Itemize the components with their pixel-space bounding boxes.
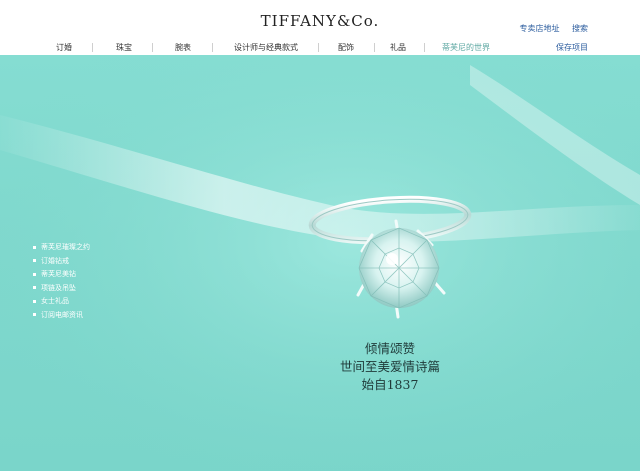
bullet-icon [33, 299, 36, 303]
save-items-link[interactable]: 保存项目 [556, 42, 588, 53]
hero-tagline: 倾情颂赞 世间至美爱情诗篇 始自1837 [320, 340, 460, 394]
side-item-label: 女士礼品 [41, 297, 69, 305]
side-menu: 蒂芙尼璀璨之约 订婚钻戒 蒂芙尼美钻 项链及吊坠 女士礼品 订阅电邮资讯 [33, 241, 90, 322]
side-item-email-subscribe[interactable]: 订阅电邮资讯 [33, 309, 90, 323]
tagline-line-2: 世间至美爱情诗篇 [339, 359, 440, 374]
nav-item-world-of-tiffany[interactable]: 蒂芙尼的世界 [442, 42, 490, 53]
page: TIFFANY&Co. 专卖店地址 搜索 订婚 珠宝 腕表 设计师与经典款式 配… [0, 0, 640, 471]
nav-item-engagement[interactable]: 订婚 [56, 42, 72, 53]
side-item-tiffany-diamonds[interactable]: 蒂芙尼美钻 [33, 268, 90, 282]
bullet-icon [33, 286, 36, 289]
diamond [358, 227, 440, 309]
nav-divider [318, 43, 319, 52]
side-item-engagement-rings[interactable]: 订婚钻戒 [33, 255, 90, 269]
side-item-label: 项链及吊坠 [41, 283, 76, 292]
store-locator-link[interactable]: 专卖店地址 [519, 24, 559, 33]
main-nav: 订婚 珠宝 腕表 设计师与经典款式 配饰 礼品 蒂芙尼的世界 [0, 42, 640, 54]
side-item-label: 订阅电邮资讯 [41, 310, 83, 319]
hero-image[interactable] [0, 55, 640, 471]
bullet-icon [33, 245, 36, 249]
nav-divider [92, 43, 93, 52]
side-item-label: 蒂芙尼美钻 [41, 270, 76, 278]
nav-item-jewelry[interactable]: 珠宝 [116, 42, 132, 53]
side-item-label: 蒂芙尼璀璨之约 [41, 243, 90, 251]
nav-divider [374, 43, 375, 52]
side-item-gifts-for-her[interactable]: 女士礼品 [33, 295, 90, 309]
nav-divider [424, 43, 425, 52]
bullet-icon [33, 272, 36, 276]
nav-item-watches[interactable]: 腕表 [175, 42, 191, 53]
side-item-tiffany-promise[interactable]: 蒂芙尼璀璨之约 [33, 241, 90, 255]
nav-item-designers-collections[interactable]: 设计师与经典款式 [234, 42, 298, 53]
side-item-necklaces-pendants[interactable]: 项链及吊坠 [33, 282, 90, 296]
nav-item-gifts[interactable]: 礼品 [390, 42, 406, 53]
side-item-label: 订婚钻戒 [41, 256, 69, 265]
nav-divider [212, 43, 213, 52]
hero-banner: 蒂芙尼璀璨之约 订婚钻戒 蒂芙尼美钻 项链及吊坠 女士礼品 订阅电邮资讯 倾情颂… [0, 55, 640, 471]
bullet-icon [33, 313, 36, 316]
tagline-line-3: 始自1837 [361, 377, 419, 392]
nav-divider [152, 43, 153, 52]
search-link[interactable]: 搜索 [572, 24, 588, 33]
header: TIFFANY&Co. 专卖店地址 搜索 订婚 珠宝 腕表 设计师与经典款式 配… [0, 0, 640, 56]
utility-links: 专卖店地址 搜索 [509, 23, 588, 34]
tagline-line-1: 倾情颂赞 [364, 341, 415, 356]
nav-item-accessories[interactable]: 配饰 [338, 42, 354, 53]
bullet-icon [33, 259, 36, 262]
